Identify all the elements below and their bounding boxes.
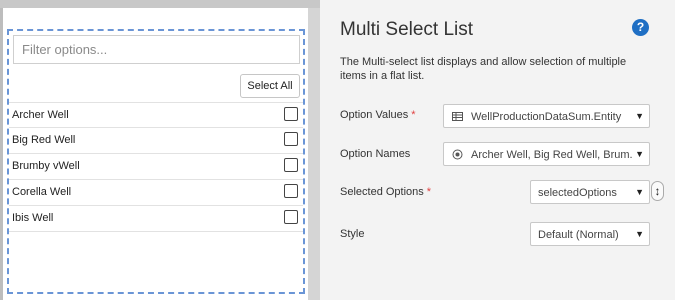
style-label-text: Style — [340, 228, 365, 240]
selected-options-value: selectedOptions — [538, 187, 617, 199]
option-checkbox[interactable] — [284, 132, 298, 146]
multi-select-list-widget[interactable]: Select All Archer Well Big Red Well Brum… — [7, 29, 305, 294]
selected-options-label-text: Selected Options — [340, 186, 424, 198]
option-values-select[interactable]: WellProductionDataSum.Entity ▼ — [443, 104, 650, 128]
chevron-down-icon: ▼ — [635, 187, 644, 197]
style-select[interactable]: Default (Normal) ▼ — [530, 222, 650, 246]
required-marker: * — [411, 109, 416, 121]
option-values-label-text: Option Values — [340, 109, 409, 121]
option-label: Brumby vWell — [12, 160, 80, 172]
chevron-down-icon: ▼ — [635, 111, 644, 121]
panel-description: The Multi-select list displays and allow… — [340, 56, 627, 82]
options-list: Archer Well Big Red Well Brumby vWell Co… — [9, 102, 303, 232]
list-item[interactable]: Ibis Well — [9, 206, 303, 232]
select-all-button[interactable]: Select All — [240, 74, 300, 98]
option-checkbox[interactable] — [284, 210, 298, 224]
option-checkbox[interactable] — [284, 158, 298, 172]
option-names-label-text: Option Names — [340, 148, 411, 160]
selected-options-select[interactable]: selectedOptions ▼ — [530, 180, 650, 204]
option-checkbox[interactable] — [284, 184, 298, 198]
resize-handle-icon[interactable]: ↕ — [651, 181, 664, 201]
table-icon — [452, 112, 463, 121]
style-value: Default (Normal) — [538, 229, 619, 241]
style-label: Style — [340, 228, 364, 240]
option-names-label: Option Names — [340, 148, 410, 160]
list-item[interactable]: Big Red Well — [9, 128, 303, 154]
help-icon[interactable]: ? — [632, 19, 649, 36]
option-checkbox[interactable] — [284, 107, 298, 121]
list-item[interactable]: Brumby vWell — [9, 154, 303, 180]
required-marker: * — [426, 186, 432, 198]
option-names-select[interactable]: Archer Well, Big Red Well, Brum... ▼ — [443, 142, 650, 166]
list-item[interactable]: Corella Well — [9, 180, 303, 206]
option-label: Ibis Well — [12, 212, 54, 224]
list-item[interactable]: Archer Well — [9, 102, 303, 128]
option-label: Corella Well — [12, 186, 72, 198]
selected-options-label: Selected Options * — [340, 186, 431, 198]
properties-panel: Multi Select List ? The Multi-select lis… — [320, 0, 675, 300]
option-values-label: Option Values * — [340, 109, 416, 121]
chevron-down-icon: ▼ — [635, 149, 644, 159]
chevron-down-icon: ▼ — [635, 229, 644, 239]
option-names-value: Archer Well, Big Red Well, Brum... — [471, 149, 633, 161]
panel-title: Multi Select List — [340, 19, 474, 40]
filter-options-input[interactable] — [13, 35, 300, 64]
option-label: Archer Well — [12, 109, 69, 121]
option-label: Big Red Well — [12, 134, 76, 146]
option-values-value: WellProductionDataSum.Entity — [471, 111, 622, 123]
radio-icon — [452, 149, 463, 160]
canvas-top-strip — [0, 0, 320, 8]
